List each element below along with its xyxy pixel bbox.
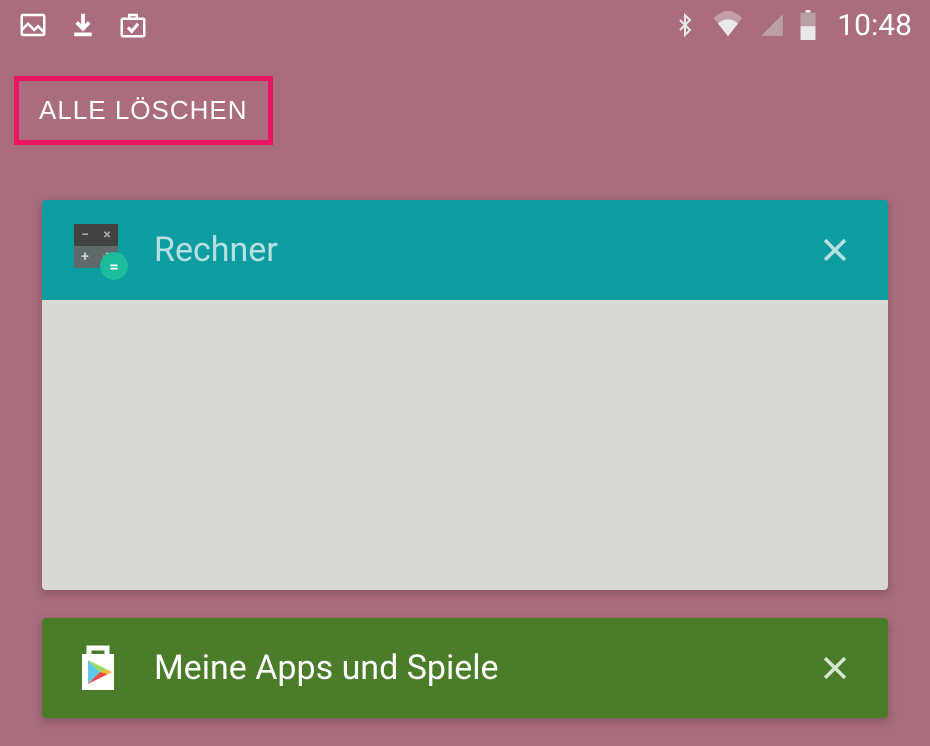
image-icon [18,10,48,40]
close-button[interactable] [810,643,860,693]
status-left-group [18,10,148,40]
briefcase-check-icon [118,10,148,40]
wifi-icon [711,10,745,40]
calculator-icon: −× +÷ = [70,222,126,278]
app-title: Rechner [154,230,810,270]
download-icon [68,10,98,40]
clear-all-label: ALLE LÖSCHEN [39,95,248,125]
battery-icon [799,10,817,40]
card-preview [42,300,888,590]
app-title: Meine Apps und Spiele [154,648,810,688]
card-header: −× +÷ = Rechner [42,200,888,300]
clear-all-button[interactable]: ALLE LÖSCHEN [14,76,273,145]
status-right-group: 10:48 [673,8,912,43]
recent-app-card[interactable]: Meine Apps und Spiele [42,618,888,718]
recent-apps-list: −× +÷ = Rechner [42,200,888,746]
signal-icon [759,11,785,39]
close-button[interactable] [810,225,860,275]
close-icon [818,233,852,267]
recent-app-card[interactable]: −× +÷ = Rechner [42,200,888,590]
status-bar: 10:48 [0,0,930,50]
close-icon [818,651,852,685]
clock: 10:48 [837,8,912,43]
bluetooth-icon [673,10,697,40]
card-header: Meine Apps und Spiele [42,618,888,718]
play-store-icon [70,640,126,696]
